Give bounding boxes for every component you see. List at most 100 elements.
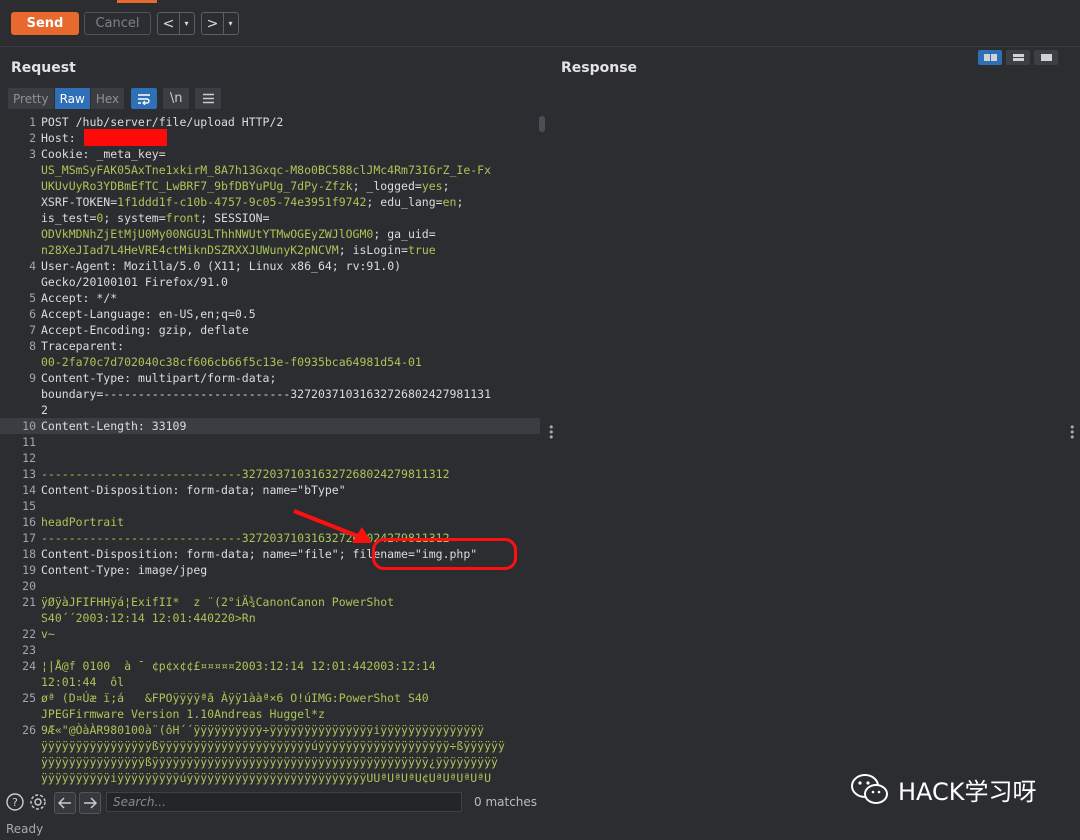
search-input[interactable]: Search... <box>106 792 462 812</box>
line-number: 18 <box>22 547 36 561</box>
editor-line[interactable]: ÿÿÿÿÿÿÿÿÿÿiÿÿÿÿÿÿÿÿÿúÿÿÿÿÿÿÿÿÿÿÿÿÿÿÿÿÿÿÿ… <box>0 770 540 786</box>
menu-icon[interactable] <box>195 88 222 109</box>
search-next-icon[interactable] <box>79 792 101 814</box>
forward-dropdown-icon[interactable]: ▾ <box>222 13 238 34</box>
editor-line[interactable]: ÿÿÿÿÿÿÿÿÿÿÿÿÿÿÿÿßÿÿÿÿÿÿÿÿÿÿÿÿÿÿÿÿÿÿÿÿÿÿú… <box>0 738 540 754</box>
editor-line[interactable]: 8 Traceparent: <box>0 338 540 354</box>
editor-line[interactable]: boundary=---------------------------3272… <box>0 386 540 402</box>
editor-line[interactable]: 4 User-Agent: Mozilla/5.0 (X11; Linux x86… <box>0 258 540 274</box>
line-text: S40´´2003:12:14 12:01:440220>Rn <box>41 610 256 626</box>
line-text: 00-2fa70c7d702040c38cf606cb66f5c13e-f093… <box>41 354 422 370</box>
editor-line[interactable]: 15 <box>0 498 540 514</box>
editor-line[interactable]: ODVkMDNhZjEtMjU0My00NGU3LThhNWUtYTMwOGEy… <box>0 226 540 242</box>
line-token: headPortrait <box>41 515 125 529</box>
editor-line[interactable]: 23 <box>0 642 540 658</box>
editor-line[interactable]: 25 øª (D¤Úæ ï;á &FPOÿÿÿÿªã Àÿÿ1ààª×6 O!úI… <box>0 690 540 706</box>
back-dropdown-icon[interactable]: ▾ <box>178 13 194 34</box>
line-token: 1 <box>484 387 492 401</box>
line-text: ÿØÿàJFIFHHÿá¦ExifII* z ¨(2°iÄ¾CanonCanon… <box>41 594 394 610</box>
back-button[interactable]: < ▾ <box>157 12 195 35</box>
editor-line[interactable]: 16 headPortrait <box>0 514 540 530</box>
editor-line[interactable]: 12:01:44 ôl <box>0 674 540 690</box>
line-number: 5 <box>29 291 36 305</box>
send-button[interactable]: Send <box>11 12 79 35</box>
editor-line[interactable]: 7 Accept-Encoding: gzip, deflate <box>0 322 540 338</box>
editor-line[interactable]: 13 -----------------------------327203710… <box>0 466 540 482</box>
search-match-count: 0 matches <box>474 795 538 809</box>
line-number: 16 <box>22 515 36 529</box>
line-token: US_MSmSyFAK05AxTne1xkirM_8A7h13Gxqc-M8o0… <box>41 163 492 177</box>
request-view-tabs: Pretty Raw Hex \n <box>8 88 222 109</box>
editor-line[interactable]: 14 Content-Disposition: form-data; name="… <box>0 482 540 498</box>
line-token: */* <box>96 291 118 305</box>
line-token: ÿÿÿÿÿÿÿÿÿÿÿÿÿÿÿÿßÿÿÿÿÿÿÿÿÿÿÿÿÿÿÿÿÿÿÿÿÿÿú… <box>41 739 505 753</box>
editor-scrollbar[interactable] <box>539 116 545 132</box>
editor-line[interactable]: 2 Host: <box>0 130 540 146</box>
editor-line[interactable]: is_test=0; system=front; SESSION= <box>0 210 540 226</box>
wrap-lines-icon[interactable] <box>131 88 158 109</box>
cancel-button[interactable]: Cancel <box>84 12 151 35</box>
tab-pretty[interactable]: Pretty <box>8 88 54 109</box>
editor-line[interactable]: 5 Accept: */* <box>0 290 540 306</box>
line-token: ÿÿÿÿÿÿÿÿÿÿiÿÿÿÿÿÿÿÿÿúÿÿÿÿÿÿÿÿÿÿÿÿÿÿÿÿÿÿÿ… <box>41 771 492 785</box>
editor-line[interactable]: 26 9Æ«"@ÒàÀR980100à¨(ôH´´ÿÿÿÿÿÿÿÿÿÿ÷ÿÿÿÿÿ… <box>0 722 540 738</box>
settings-gear-icon[interactable] <box>28 792 48 812</box>
request-title: Request <box>11 60 76 76</box>
line-token: ; system= <box>103 211 166 225</box>
line-number: 25 <box>22 691 36 705</box>
editor-line[interactable]: 1 POST /hub/server/file/upload HTTP/2 <box>0 114 540 130</box>
editor-line[interactable]: US_MSmSyFAK05AxTne1xkirM_8A7h13Gxqc-M8o0… <box>0 162 540 178</box>
request-editor[interactable]: 1 POST /hub/server/file/upload HTTP/2 2 Hos… <box>0 114 540 789</box>
search-previous-icon[interactable] <box>54 792 76 814</box>
line-number: 8 <box>29 339 36 353</box>
editor-line[interactable]: 00-2fa70c7d702040c38cf606cb66f5c13e-f093… <box>0 354 540 370</box>
line-text: Gecko/20100101 Firefox/91.0 <box>41 274 228 290</box>
editor-line[interactable]: UKUvUyRo3YDBmEfTC_LwBRF7_9bfDBYuPUg_7dPy… <box>0 178 540 194</box>
line-token: -----------------------------32720371031… <box>41 467 450 481</box>
line-text: POST /hub/server/file/upload HTTP/2 <box>41 114 283 130</box>
line-token: _meta_key= <box>96 147 166 161</box>
red-arrow-annotation <box>293 509 372 543</box>
line-token: Content-Type: <box>41 371 138 385</box>
line-token: ÿÿÿÿÿÿÿÿÿÿÿÿÿÿÿßÿÿÿÿÿÿÿÿÿÿÿÿÿÿÿÿÿÿÿÿÿÿÿÿ… <box>41 755 498 769</box>
editor-line[interactable]: ÿÿÿÿÿÿÿÿÿÿÿÿÿÿÿßÿÿÿÿÿÿÿÿÿÿÿÿÿÿÿÿÿÿÿÿÿÿÿÿ… <box>0 754 540 770</box>
line-number: 9 <box>29 371 36 385</box>
editor-line[interactable]: 11 <box>0 434 540 450</box>
editor-line[interactable]: 6 Accept-Language: en-US,en;q=0.5 <box>0 306 540 322</box>
right-pane-splitter[interactable]: • • • <box>1069 422 1076 443</box>
editor-line[interactable]: XSRF-TOKEN=1f1ddd1f-c10b-4757-9c05-74e39… <box>0 194 540 210</box>
editor-line[interactable]: 21 ÿØÿàJFIFHHÿá¦ExifII* z ¨(2°iÄ¾CanonCan… <box>0 594 540 610</box>
line-number: 2 <box>29 131 36 145</box>
line-text: 2 <box>41 402 48 418</box>
show-newlines-icon[interactable]: \n <box>163 88 190 109</box>
line-text: ¦|Å@f 0100 à ¯ ¢p¢x¢¢£¤¤¤¤¤2003:12:14 12… <box>41 658 436 674</box>
editor-line[interactable]: 24 ¦|Å@f 0100 à ¯ ¢p¢x¢¢£¤¤¤¤¤2003:12:14 … <box>0 658 540 674</box>
line-token: ; ga_uid= <box>373 227 436 241</box>
tab-hex[interactable]: Hex <box>90 88 125 109</box>
editor-line[interactable]: JPEGFirmware Version 1.10Andreas Huggel*… <box>0 706 540 722</box>
editor-line[interactable]: 20 <box>0 578 540 594</box>
editor-line[interactable]: 22 v~ <box>0 626 540 642</box>
forward-button[interactable]: > ▾ <box>201 12 239 35</box>
pane-splitter[interactable]: • • • <box>548 422 555 443</box>
line-text: Host: <box>41 130 83 146</box>
editor-line[interactable]: 2 <box>0 402 540 418</box>
editor-line[interactable]: 9 Content-Type: multipart/form-data; <box>0 370 540 386</box>
line-text: Traceparent: <box>41 338 124 354</box>
layout-stacked-icon[interactable] <box>1006 50 1030 65</box>
line-text: ÿÿÿÿÿÿÿÿÿÿiÿÿÿÿÿÿÿÿÿúÿÿÿÿÿÿÿÿÿÿÿÿÿÿÿÿÿÿÿ… <box>41 770 491 786</box>
line-token: Accept-Language: <box>41 307 159 321</box>
tab-raw[interactable]: Raw <box>54 88 90 109</box>
editor-line[interactable]: 3 Cookie: _meta_key= <box>0 146 540 162</box>
line-token: 12:01:44 ôl <box>41 675 125 689</box>
editor-line[interactable]: n28XeJIad7L4HeVRE4ctMiknDSZRXXJUWunyK2pN… <box>0 242 540 258</box>
layout-side-by-side-icon[interactable] <box>978 50 1002 65</box>
wechat-icon <box>851 773 888 804</box>
editor-line[interactable]: 10 Content-Length: 33109 <box>0 418 540 434</box>
help-icon[interactable]: ? <box>5 792 25 812</box>
editor-line[interactable]: 12 <box>0 450 540 466</box>
editor-line[interactable]: S40´´2003:12:14 12:01:440220>Rn <box>0 610 540 626</box>
editor-line[interactable]: Gecko/20100101 Firefox/91.0 <box>0 274 540 290</box>
line-token: øª (D¤Úæ ï;á &FPOÿÿÿÿªã Àÿÿ1ààª×6 O!úIMG… <box>41 691 429 705</box>
layout-single-icon[interactable] <box>1034 50 1058 65</box>
